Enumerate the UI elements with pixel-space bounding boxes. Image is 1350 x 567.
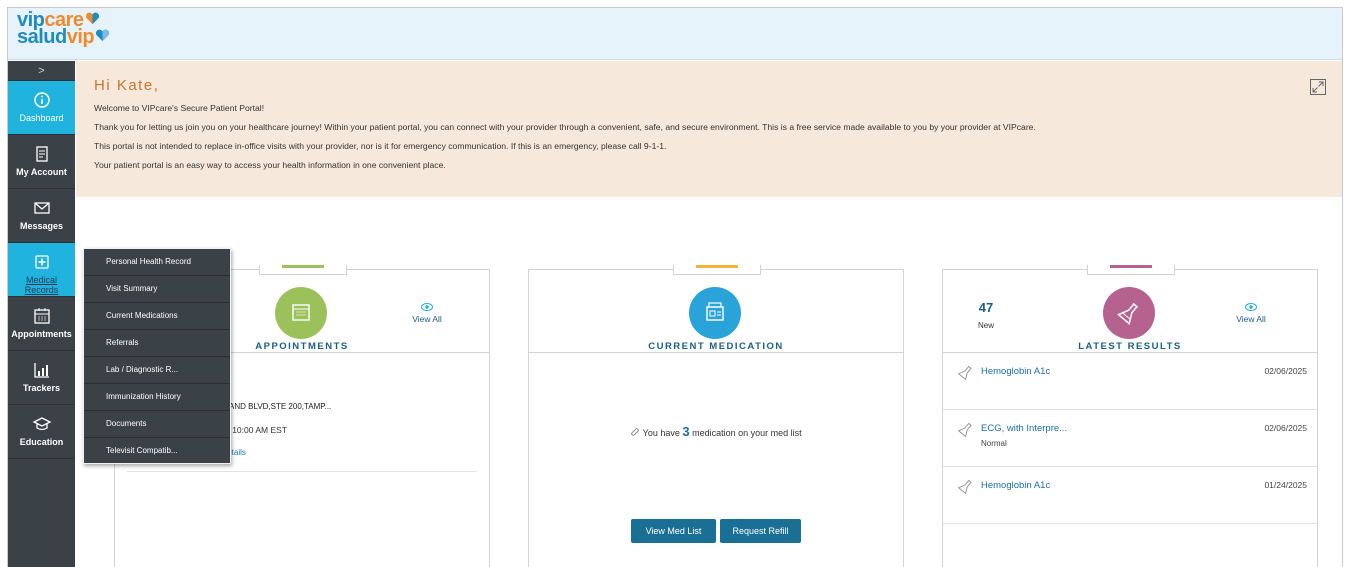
result-date: 01/24/2025	[1264, 480, 1307, 490]
new-count-label: New	[977, 321, 994, 330]
envelope-icon	[33, 202, 50, 214]
view-med-list-button[interactable]: View Med List	[631, 519, 716, 543]
sidebar-item-trackers[interactable]: Trackers	[8, 351, 75, 405]
sidebar-item-messages[interactable]: Messages	[8, 189, 75, 243]
sidebar-item-label: Education	[19, 437, 64, 447]
card-header: 47 New View All LATEST RESULTS	[943, 270, 1317, 353]
document-icon	[35, 146, 48, 162]
medication-title: CURRENT MEDICATION	[648, 341, 784, 352]
greeting-title: Hi Kate,	[94, 77, 160, 94]
sidebar-item-my-account[interactable]: My Account	[8, 135, 75, 189]
view-all-label: View All	[412, 314, 442, 324]
sidebar-item-label: Medical Records	[24, 275, 59, 295]
sidebar-item-label: Messages	[19, 221, 64, 231]
result-name[interactable]: Hemoglobin A1c	[981, 366, 1050, 377]
appointment-time-value: 10:00 AM EST	[232, 425, 288, 435]
sidebar-item-label: Appointments	[11, 329, 72, 339]
medical-plus-icon	[34, 255, 49, 269]
calendar-icon	[292, 304, 310, 321]
new-results-count[interactable]: 47 New	[971, 300, 1001, 333]
welcome-banner: Hi Kate, Welcome to VIPcare's Secure Pat…	[76, 61, 1342, 197]
appointments-circle	[275, 287, 327, 339]
appointments-view-all[interactable]: View All	[405, 303, 449, 324]
medication-card: CURRENT MEDICATION You have 3 medication…	[528, 265, 904, 567]
medication-count: 3	[682, 424, 690, 439]
sidebar-item-label: My Account	[16, 167, 67, 177]
sidebar-item-label: Dashboard	[19, 113, 64, 123]
test-tube-icon	[957, 422, 972, 438]
sidebar-item-label: Trackers	[22, 383, 61, 393]
submenu-referrals[interactable]: Referrals	[84, 330, 230, 357]
sidebar-item-education[interactable]: Education	[8, 405, 75, 459]
sidebar-item-medical-records[interactable]: Medical Records	[8, 243, 75, 297]
vipcare-logo[interactable]: vipcare saludvip	[17, 10, 110, 48]
card-header: CURRENT MEDICATION	[529, 270, 903, 353]
result-date: 02/06/2025	[1264, 423, 1307, 433]
medication-msg-post: medication on your med list	[689, 428, 802, 438]
welcome-text: Welcome to VIPcare's Secure Patient Port…	[94, 103, 265, 113]
pill-icon	[631, 428, 640, 436]
welcome-text: Thank you for letting us join you on you…	[94, 122, 1036, 132]
test-tube-icon	[957, 479, 972, 495]
result-date: 02/06/2025	[1264, 366, 1307, 376]
welcome-text: This portal is not intended to replace i…	[94, 141, 667, 151]
pharmacy-icon	[706, 302, 724, 321]
heart-icon	[85, 12, 99, 25]
latest-results-title: LATEST RESULTS	[1078, 341, 1182, 352]
submenu-lab-diagnostic[interactable]: Lab / Diagnostic R...	[84, 357, 230, 384]
medication-count-message: You have 3 medication on your med list	[529, 424, 903, 439]
graduation-cap-icon	[32, 417, 51, 431]
results-circle	[1103, 287, 1155, 339]
request-refill-button[interactable]: Request Refill	[720, 519, 801, 543]
top-bar: vipcare saludvip	[8, 8, 1342, 60]
sidebar-expand-toggle[interactable]: >	[8, 61, 75, 81]
submenu-televisit-compatibility[interactable]: Televisit Compatib...	[84, 438, 230, 465]
new-count-number: 47	[978, 300, 994, 315]
submenu-immunization-history[interactable]: Immunization History	[84, 384, 230, 411]
result-row[interactable]: Hemoglobin A1c 01/24/2025	[943, 468, 1317, 524]
chart-icon	[33, 363, 49, 378]
sidebar-item-dashboard[interactable]: Dashboard	[8, 81, 75, 135]
result-name[interactable]: ECG, with Interpre...	[981, 423, 1067, 434]
result-name[interactable]: Hemoglobin A1c	[981, 480, 1050, 491]
expand-icon[interactable]	[1310, 79, 1326, 95]
medication-msg-pre: You have	[642, 428, 683, 438]
portal-frame: vipcare saludvip > Dashboard My Account …	[7, 7, 1343, 567]
medication-circle	[689, 287, 741, 339]
sidebar-item-appointments[interactable]: Appointments	[8, 297, 75, 351]
flask-icon	[1117, 302, 1139, 325]
submenu-current-medications[interactable]: Current Medications	[84, 303, 230, 330]
divider	[127, 471, 477, 472]
submenu-visit-summary[interactable]: Visit Summary	[84, 276, 230, 303]
submenu-personal-health-record[interactable]: Personal Health Record	[84, 249, 230, 276]
eye-icon	[421, 303, 433, 311]
submenu-documents[interactable]: Documents	[84, 411, 230, 438]
logo-text-salud: salud	[17, 26, 67, 48]
view-all-label: View All	[1236, 314, 1266, 324]
heart-icon	[96, 29, 110, 42]
latest-results-card: 47 New View All LATEST RESULTS Hemoglobi…	[942, 265, 1318, 567]
calendar-icon	[33, 308, 50, 324]
result-row[interactable]: ECG, with Interpre... 02/06/2025 Normal	[943, 411, 1317, 467]
eye-icon	[1245, 303, 1257, 311]
results-view-all[interactable]: View All	[1229, 303, 1273, 324]
welcome-text: Your patient portal is an easy way to ac…	[94, 160, 446, 170]
logo-text-vip2: vip	[66, 26, 95, 48]
medical-records-submenu: Personal Health Record Visit Summary Cur…	[83, 248, 231, 464]
test-tube-icon	[957, 365, 972, 381]
sidebar: > Dashboard My Account Messages Medical …	[8, 61, 75, 567]
result-status: Normal	[981, 439, 1007, 448]
info-circle-icon	[33, 92, 50, 108]
result-row[interactable]: Hemoglobin A1c 02/06/2025	[943, 354, 1317, 410]
